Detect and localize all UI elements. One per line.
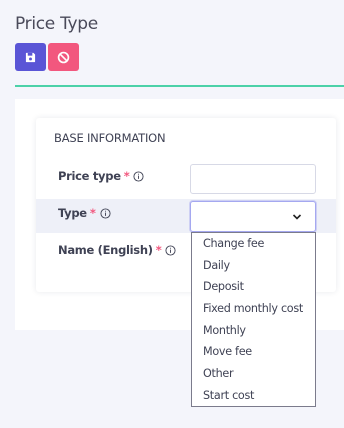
required-marker: *	[89, 206, 96, 220]
info-icon[interactable]	[165, 244, 176, 256]
dropdown-option[interactable]: Change fee	[192, 233, 315, 255]
dropdown-option[interactable]: Deposit	[192, 276, 315, 298]
type-select[interactable]	[190, 201, 316, 232]
info-icon[interactable]	[99, 207, 111, 219]
price-type-input[interactable]	[190, 164, 316, 194]
price-type-label: Price type *	[58, 169, 144, 183]
required-marker: *	[123, 169, 130, 183]
ban-icon	[57, 51, 70, 63]
dropdown-option[interactable]: Fixed monthly cost	[192, 298, 315, 320]
dropdown-option[interactable]: Other	[192, 363, 315, 385]
header-divider	[15, 85, 344, 87]
info-icon[interactable]	[133, 170, 144, 182]
dropdown-option[interactable]: Monthly	[192, 320, 315, 342]
name-english-label: Name (English) *	[58, 243, 176, 257]
dropdown-option[interactable]: Daily	[192, 255, 315, 277]
type-dropdown-list: Change fee Daily Deposit Fixed monthly c…	[191, 232, 316, 407]
save-button[interactable]	[15, 43, 46, 71]
dropdown-option[interactable]: Start cost	[192, 385, 315, 407]
page-title: Price Type	[15, 14, 98, 34]
cancel-button[interactable]	[48, 43, 79, 71]
required-marker: *	[155, 243, 162, 257]
dropdown-option[interactable]: Move fee	[192, 341, 315, 363]
chevron-down-icon	[292, 214, 302, 220]
section-title: BASE INFORMATION	[54, 131, 166, 145]
type-label: Type *	[58, 206, 111, 220]
floppy-disk-icon	[25, 52, 36, 62]
